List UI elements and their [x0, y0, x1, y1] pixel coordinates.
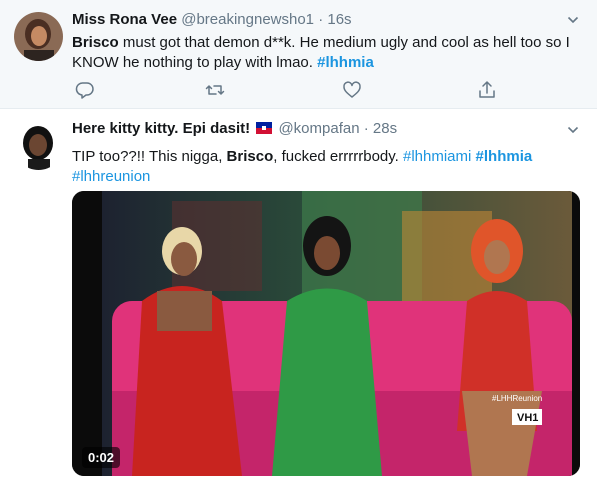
- tweet-text-part: , fucked errrrrbody.: [273, 148, 403, 165]
- mention-text: Brisco: [226, 148, 274, 165]
- tweet-2[interactable]: Here kitty kitty. Epi dasit! @kompafan ·…: [0, 109, 597, 483]
- handle[interactable]: @kompafan: [278, 120, 359, 137]
- avatar[interactable]: [14, 121, 63, 170]
- timestamp[interactable]: 16s: [327, 11, 351, 28]
- like-icon[interactable]: [342, 80, 362, 100]
- reply-icon[interactable]: [75, 80, 95, 100]
- chevron-down-icon[interactable]: [567, 124, 579, 136]
- display-name[interactable]: Miss Rona Vee: [72, 11, 177, 28]
- chevron-down-icon[interactable]: [567, 14, 579, 26]
- hashtag-link[interactable]: #lhhmia: [317, 54, 374, 71]
- hashtag-link[interactable]: #lhhmia: [476, 148, 533, 165]
- tweet-1[interactable]: Miss Rona Vee @breakingnewsho1 · 16s Bri…: [0, 0, 597, 109]
- hashtag-link[interactable]: #lhhreunion: [72, 168, 150, 185]
- timestamp[interactable]: 28s: [373, 120, 397, 137]
- mention-text: Brisco: [72, 34, 119, 51]
- video-player[interactable]: #LHHReunion VH1 0:02: [72, 191, 580, 476]
- video-duration-badge: 0:02: [82, 447, 121, 468]
- handle[interactable]: @breakingnewsho1: [181, 11, 314, 28]
- tweet-text: Brisco must got that demon d**k. He medi…: [72, 33, 582, 73]
- tweet-actions: [72, 80, 512, 100]
- avatar[interactable]: [14, 12, 63, 61]
- vh1-logo: VH1: [517, 412, 538, 424]
- separator: ·: [318, 11, 324, 28]
- display-name[interactable]: Here kitty kitty. Epi dasit!: [72, 120, 250, 137]
- retweet-icon[interactable]: [205, 80, 225, 100]
- tweet-header: Here kitty kitty. Epi dasit! @kompafan ·…: [72, 119, 397, 139]
- video-frame: #LHHReunion VH1: [72, 191, 580, 476]
- tweet-header: Miss Rona Vee @breakingnewsho1 · 16s: [72, 10, 352, 30]
- share-icon[interactable]: [477, 80, 497, 100]
- separator: ·: [363, 120, 369, 137]
- hashtag-link[interactable]: #lhhmiami: [403, 148, 471, 165]
- tweet-text: TIP too??!! This nigga, Brisco, fucked e…: [72, 147, 582, 187]
- watermark-text: #LHHReunion: [492, 394, 542, 403]
- tweet-text-part: TIP too??!! This nigga,: [72, 148, 227, 165]
- haiti-flag-icon: [256, 122, 273, 134]
